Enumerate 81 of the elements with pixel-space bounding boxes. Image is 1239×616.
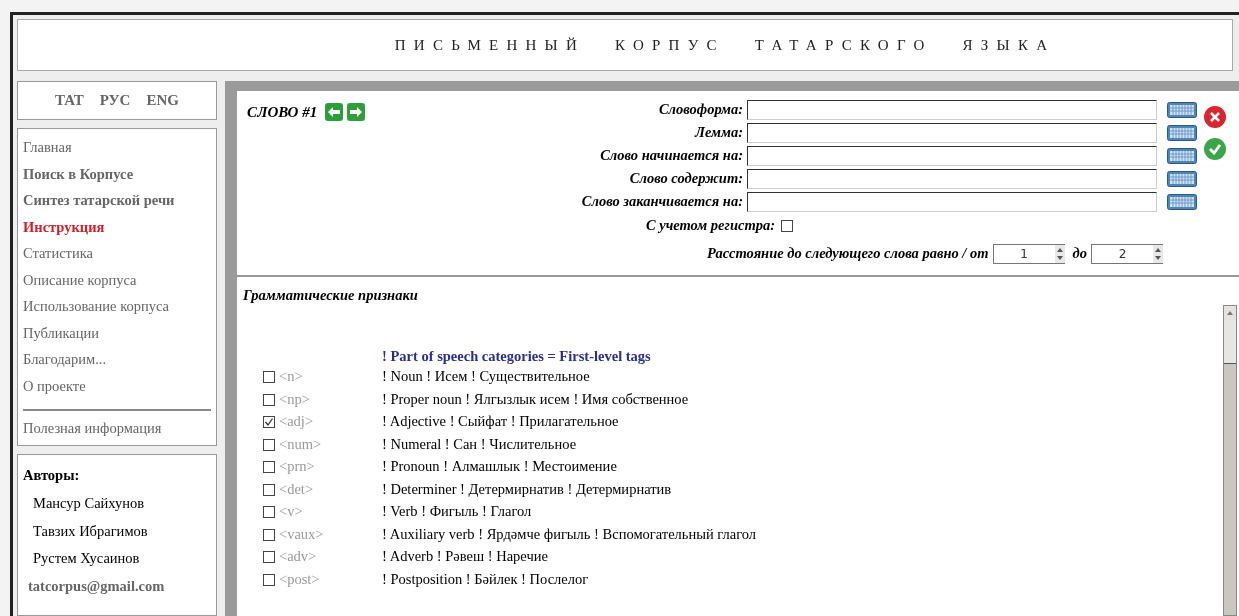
tag-code: <adj> [278,412,315,432]
nav-link[interactable]: Инструкция [23,217,211,244]
tag-code: <adv> [278,547,318,567]
spinner-arrows-icon[interactable] [1054,245,1065,263]
checkbox[interactable] [263,438,275,451]
nav-link[interactable]: Статистика [23,244,211,271]
section-heading: Грамматические признаки [243,286,419,305]
keyboard-icon[interactable] [1167,148,1197,164]
authors-heading: Авторы: [23,466,81,485]
nav-link[interactable]: Описание корпуса [23,270,211,297]
language-link[interactable]: ENG [146,89,179,112]
nav-link[interactable]: Поиск в Корпусе [23,164,211,191]
checkbox[interactable] [263,393,275,406]
tag-code: <prn> [278,457,316,477]
checkbox[interactable] [263,573,275,586]
scroll-thumb[interactable] [1224,320,1236,364]
group-heading: ! Part of speech categories = First-level tags [382,347,651,364]
tag-code: <num> [278,434,323,454]
nav-link[interactable]: О проекте [23,376,211,403]
nav-link[interactable]: Публикации [23,323,211,350]
input-field[interactable] [747,123,1157,143]
nav-link[interactable]: Синтез татарской речи [23,191,211,218]
tag-description: ! Auxiliary verb ! Ярдәмче фигыль ! Вспомогательный глагол [382,524,757,544]
tag-description: ! Proper noun ! Ялгызлык исем ! Имя собственное [382,389,689,409]
nav-link[interactable]: Благодарим... [23,350,211,377]
nav-link[interactable]: Полезная информация [23,417,211,439]
field-label: Словоформа: [658,100,743,120]
tag-code: <post> [278,569,321,589]
nav-link[interactable]: Использование корпуса [23,297,211,324]
checkbox[interactable] [263,461,275,473]
checkbox[interactable] [263,371,275,383]
language-link[interactable]: ТАТ [55,89,84,112]
checkbox[interactable] [263,528,275,541]
tag-code: <v> [278,502,304,522]
tag-description: ! Verb ! Фигыль ! Глагол [382,502,532,522]
spinner-arrows-icon[interactable] [1153,245,1163,263]
scrollbar[interactable] [1223,305,1237,616]
field-label: Слово заканчивается на: [581,192,743,212]
tag-code: <n> [278,367,304,387]
checkbox[interactable] [263,416,275,428]
author-name: Мансур Сайхунов [32,493,146,513]
input-field[interactable] [747,146,1157,166]
input-field[interactable] [747,169,1157,189]
tag-description: ! Determiner ! Детермирнатив ! Детермирнатив [382,479,672,499]
scroll-up-icon[interactable] [1224,306,1236,320]
confirm-icon[interactable] [1203,137,1227,161]
tag-description: ! Pronoun ! Алмашлык ! Местоимение [382,457,617,477]
tag-code: <np> [278,389,311,409]
site-title: ПИСЬМЕННЫЙ КОРПУС ТАТАРСКОГО ЯЗЫКА [394,35,1056,55]
email-link[interactable]: tatcorpus@gmail.com [23,576,211,598]
tag-description: ! Adverb ! Рәвеш ! Наречие [382,547,548,567]
tag-description: ! Postposition ! Бәйлек ! Послелог [382,569,589,589]
tag-description: ! Adjective ! Сыйфат ! Прилагательное [382,412,619,432]
field-label: Лемма: [695,123,743,143]
keyboard-icon[interactable] [1167,125,1197,141]
checkbox[interactable] [263,483,275,496]
tag-code: <vaux> [278,524,325,544]
input-field[interactable] [747,100,1157,120]
checkbox[interactable] [781,220,793,232]
field-label: до [1072,244,1087,264]
checkbox[interactable] [263,551,275,563]
number-field[interactable]: 2 [1091,244,1163,264]
author-name: Тавзих Ибрагимов [32,521,149,541]
field-label: Расстояние до следующего слова равно / от [707,244,989,264]
tag-code: <det> [278,479,315,499]
number-field[interactable]: 1 [992,244,1065,264]
field-label: С учетом регистра: [645,216,775,236]
tag-description: ! Noun ! Исем ! Существительное [382,367,590,387]
keyboard-icon[interactable] [1167,102,1197,118]
language-link[interactable]: РУС [99,89,131,112]
checkbox[interactable] [263,506,275,518]
close-icon[interactable] [1203,105,1227,129]
keyboard-icon[interactable] [1167,194,1197,210]
word-title: СЛОВО #1 [247,103,318,122]
input-field[interactable] [747,192,1157,212]
nav-link[interactable]: Главная [23,138,211,165]
tag-description: ! Numeral ! Сан ! Числительное [382,434,577,454]
keyboard-icon[interactable] [1167,171,1197,187]
field-label: Слово начинается на: [600,146,743,166]
author-name: Рустем Хусаинов [32,549,141,569]
field-label: Слово содержит: [629,169,743,189]
